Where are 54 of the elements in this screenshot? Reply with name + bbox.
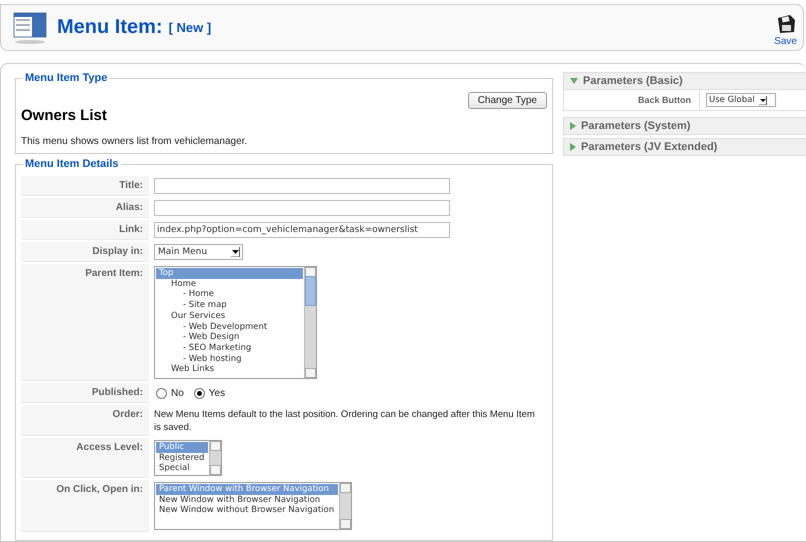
scroll-bar[interactable]	[304, 267, 316, 378]
panel-header[interactable]: Parameters (JV Extended)	[564, 139, 806, 155]
panel-header[interactable]: Parameters (System)	[564, 118, 806, 134]
scroll-bar[interactable]	[339, 483, 351, 529]
field-label: On Click, Open in:	[21, 480, 149, 532]
change-type-button[interactable]: Change Type	[468, 92, 547, 109]
list-option[interactable]: Special	[156, 463, 208, 474]
list-box[interactable]: Parent Window with Browser Navigation New Window with Browser Navigation New Window without Browser Navigation	[154, 482, 352, 530]
list-option[interactable]: - Web Development	[156, 322, 303, 332]
list-box[interactable]: Public Registered Special	[154, 440, 222, 476]
field-label: Published:	[21, 383, 149, 403]
list-option[interactable]: - Web hosting	[156, 354, 303, 364]
page-subtitle: [ New ]	[168, 20, 212, 35]
save-button[interactable]: Save	[774, 14, 797, 47]
list-option[interactable]: - Home	[156, 289, 303, 300]
dropdown[interactable]: Use Global	[706, 93, 776, 107]
field-label: Order:	[21, 405, 149, 436]
panel-header[interactable]: Parameters (Basic)	[564, 73, 806, 89]
expanded-arrow-icon	[570, 78, 578, 84]
collapsed-arrow-icon	[570, 143, 576, 151]
section-legend: Menu Item Type	[23, 72, 110, 84]
field-label: Link:	[21, 220, 149, 240]
scroll-bar[interactable]	[209, 441, 221, 475]
list-option[interactable]: Web Links	[156, 364, 303, 376]
list-option[interactable]: - SEO Marketing	[156, 342, 303, 354]
list-option[interactable]: Our Services	[156, 310, 303, 322]
dropdown-arrow-icon	[231, 247, 240, 257]
menu-manager-icon	[13, 10, 47, 44]
text-field[interactable]	[154, 178, 450, 194]
field-label: Parent Item:	[21, 264, 149, 381]
dropdown-arrow-icon	[758, 96, 767, 104]
param-label: Back Button	[564, 90, 700, 110]
list-option[interactable]: New Window with Browser Navigation	[156, 494, 338, 506]
list-option[interactable]: New Window without Browser Navigation	[156, 505, 338, 516]
text-field[interactable]	[154, 200, 450, 216]
list-option[interactable]: - Web Design	[156, 332, 303, 343]
menu-type-description: This menu shows owners list from vehiclemanager.	[21, 136, 248, 147]
dropdown[interactable]: Main Menu	[154, 244, 243, 260]
radio-option[interactable]: No	[156, 388, 184, 399]
text-field[interactable]: index.php?option=com_vehiclemanager&task=ownerslist	[154, 222, 450, 238]
field-label: Alias:	[21, 198, 149, 218]
field-label: Title:	[21, 176, 149, 196]
radio-option[interactable]: Yes	[194, 388, 226, 399]
field-label: Access Level:	[21, 438, 149, 478]
list-option[interactable]: - Site map	[156, 300, 303, 311]
section-legend: Menu Item Details	[23, 158, 121, 170]
field-label: Display in:	[21, 242, 149, 262]
menu-type-name: Owners List	[21, 107, 107, 124]
list-option[interactable]: Home	[156, 278, 303, 290]
list-option[interactable]: Registered	[156, 452, 208, 464]
page-title: Menu Item:	[57, 16, 163, 39]
order-note: New Menu Items default to the last position. Ordering can be changed after this Menu Item is saved.	[154, 408, 536, 434]
collapsed-arrow-icon	[570, 122, 576, 130]
list-box[interactable]: Top Home - Home - Site map Our Services - Web Development - Web Design - SEO Marketing - Web hosting Web Links	[154, 266, 317, 379]
